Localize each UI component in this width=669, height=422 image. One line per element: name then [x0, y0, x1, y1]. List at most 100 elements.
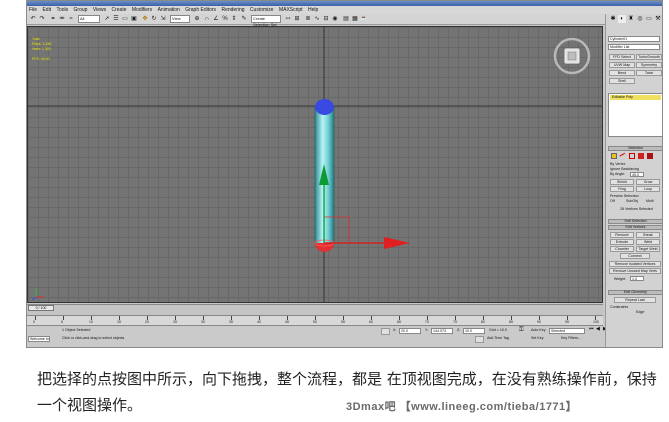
ring-button[interactable]: Ring [610, 186, 634, 192]
link-icon[interactable]: ⚭ [49, 15, 57, 23]
turbosmooth-button[interactable]: TurboSmooth [636, 54, 662, 60]
set-key-button[interactable]: Set Key [531, 336, 544, 341]
preview-multi-radio[interactable]: Multi [646, 199, 654, 203]
select-by-name-icon[interactable]: ☰ [112, 15, 120, 23]
reference-coord-dropdown[interactable]: View [170, 15, 190, 23]
utilities-tab-icon[interactable]: ⚒ [654, 15, 662, 23]
time-slider-thumb[interactable]: 0 / 100 [28, 305, 54, 311]
z-coord-field[interactable]: 10.0 [463, 328, 485, 334]
lock-selection-icon[interactable] [381, 328, 390, 335]
menu-rendering[interactable]: Rendering [219, 6, 246, 14]
unlink-icon[interactable]: ⚮ [58, 15, 66, 23]
material-editor-icon[interactable]: ◉ [331, 15, 339, 23]
remove-button[interactable]: Remove [610, 232, 634, 238]
snap-icon[interactable]: ∩ [203, 15, 211, 23]
edit-vertices-rollout-header[interactable]: Edit Vertices [608, 225, 662, 230]
menu-views[interactable]: Views [91, 6, 108, 14]
x-coord-field[interactable]: 20.0 [399, 328, 421, 334]
symmetry-button[interactable]: Symmetry [636, 62, 662, 68]
perspective-viewport[interactable]: Total Polys: 1,348 Verts: 1,300 FPS: 90.… [27, 26, 603, 303]
time-slider[interactable]: 0 / 100 [27, 304, 603, 315]
preview-subobj-radio[interactable]: SubObj [626, 199, 638, 203]
menu-maxscript[interactable]: MAXScript [277, 6, 305, 14]
mirror-icon[interactable]: ⇿ [284, 15, 292, 23]
preview-off-radio[interactable]: Off [610, 199, 615, 203]
key-filters-button[interactable]: Key Filters... [561, 336, 581, 341]
add-time-tag[interactable]: Add Time Tag [487, 336, 509, 341]
edit-named-selection-icon[interactable]: ✎ [240, 15, 248, 23]
rect-select-icon[interactable]: ▭ [121, 15, 129, 23]
menu-graph-editors[interactable]: Graph Editors [183, 6, 218, 14]
move-icon[interactable]: ✥ [141, 15, 149, 23]
maxscript-listener[interactable]: Welcome to M [28, 336, 50, 342]
twist-button[interactable]: Twist [636, 70, 662, 76]
target-weld-button[interactable]: Target Weld [636, 246, 660, 252]
create-tab-icon[interactable]: ✱ [609, 15, 617, 23]
weight-spinner[interactable]: 1.0 [630, 276, 644, 281]
scale-icon[interactable]: ⇲ [159, 15, 167, 23]
undo-icon[interactable]: ↶ [29, 15, 37, 23]
key-icon[interactable]: ⚿ [519, 327, 524, 333]
repeat-last-button[interactable]: Repeat Last [614, 297, 656, 303]
render-frame-icon[interactable]: ▦ [351, 15, 359, 23]
display-tab-icon[interactable]: ▭ [645, 15, 653, 23]
ffd-select-button[interactable]: FFD Select [609, 54, 635, 60]
by-angle-spinner[interactable]: 45.0 [630, 172, 644, 177]
menu-help[interactable]: Help [306, 6, 320, 14]
menu-create[interactable]: Create [109, 6, 128, 14]
angle-snap-icon[interactable]: ∠ [212, 15, 220, 23]
polygon-level-icon[interactable] [638, 153, 644, 159]
remove-unused-map-verts-button[interactable]: Remove Unused Map Verts [609, 268, 661, 274]
menu-file[interactable]: File [27, 6, 39, 14]
vertex-level-icon[interactable] [611, 153, 617, 159]
auto-key-button[interactable]: Auto Key [531, 328, 546, 333]
layer-manager-icon[interactable]: ≣ [304, 15, 312, 23]
pivot-icon[interactable]: ⊕ [193, 15, 201, 23]
constraint-edge-radio[interactable]: Edge [636, 310, 644, 314]
bend-button[interactable]: Bend [609, 70, 635, 76]
key-mode-dropdown[interactable]: Selected [549, 328, 585, 334]
connect-button[interactable]: Connect [620, 253, 650, 259]
menu-edit[interactable]: Edit [40, 6, 53, 14]
remove-isolated-vertices-button[interactable]: Remove Isolated Vertices [609, 261, 661, 267]
y-coord-field[interactable]: 144.073 [431, 328, 453, 334]
menu-animation[interactable]: Animation [156, 6, 182, 14]
object-name-field[interactable]: Cylinder01 [608, 36, 660, 42]
loop-button[interactable]: Loop [636, 186, 660, 192]
motion-tab-icon[interactable]: ◎ [636, 15, 644, 23]
menu-modifiers[interactable]: Modifiers [130, 6, 154, 14]
viewcube-icon[interactable] [553, 37, 591, 75]
break-button[interactable]: Break [636, 232, 660, 238]
schematic-icon[interactable]: ⊟ [322, 15, 330, 23]
track-bar[interactable]: 0 5 10 15 20 25 30 35 40 45 50 55 60 65 70 75 80 85 90 95 10… [27, 315, 603, 326]
spinner-snap-icon[interactable]: ⇕ [230, 15, 238, 23]
shrink-button[interactable]: Shrink [610, 179, 634, 185]
selection-filter-dropdown[interactable]: All [78, 15, 100, 23]
weld-button[interactable]: Weld [636, 239, 660, 245]
element-level-icon[interactable] [647, 153, 653, 159]
ignore-backfacing-checkbox[interactable]: Ignore Backfacing [610, 167, 639, 171]
redo-icon[interactable]: ↷ [38, 15, 46, 23]
menu-group[interactable]: Group [72, 6, 90, 14]
modifier-list-dropdown[interactable]: Modifier List [608, 44, 660, 50]
named-selection-set-field[interactable]: Create Selection Set [251, 15, 281, 27]
bind-icon[interactable]: ≈ [67, 15, 75, 23]
soft-selection-rollout-header[interactable]: Soft Selection [608, 219, 662, 224]
render-setup-icon[interactable]: ▤ [342, 15, 350, 23]
uvw-map-button[interactable]: UVW Map [609, 62, 635, 68]
go-to-start-icon[interactable]: ⏮ [589, 327, 594, 332]
modify-tab-icon[interactable]: ◐ [618, 15, 626, 23]
edit-geometry-rollout-header[interactable]: Edit Geometry [608, 290, 662, 295]
selection-rollout-header[interactable]: Selection [608, 146, 662, 151]
by-angle-checkbox[interactable]: By Angle: [610, 172, 625, 176]
border-level-icon[interactable] [629, 153, 635, 159]
chamfer-button[interactable]: Chamfer [610, 246, 634, 252]
extrude-button[interactable]: Extrude [610, 239, 634, 245]
window-icon[interactable]: ▣ [130, 15, 138, 23]
stack-item-editable-poly[interactable]: Editable Poly [610, 95, 661, 100]
by-vertex-checkbox[interactable]: By Vertex [610, 162, 625, 166]
teapot-icon[interactable]: ☕ [360, 15, 368, 23]
align-icon[interactable]: ⊞ [293, 15, 301, 23]
curve-editor-icon[interactable]: ∿ [313, 15, 321, 23]
time-tag-icon[interactable] [475, 336, 484, 343]
